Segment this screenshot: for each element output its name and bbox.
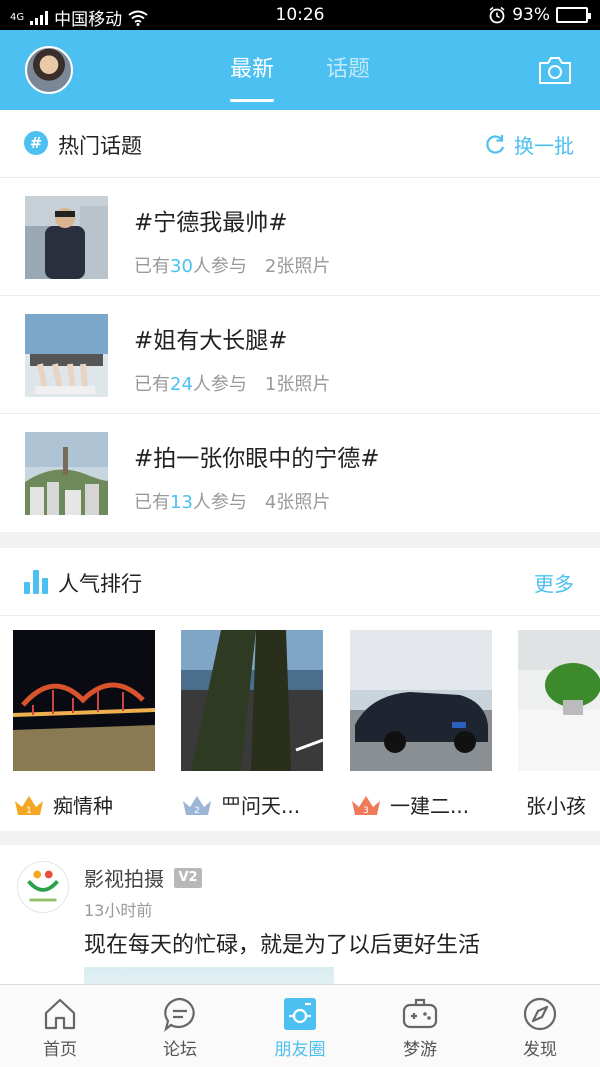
post-author-avatar[interactable] bbox=[17, 861, 69, 913]
rank-item[interactable]: 3 一建二... bbox=[350, 630, 492, 818]
photo-count: 1张照片 bbox=[264, 374, 331, 395]
photo-count: 2张照片 bbox=[264, 256, 331, 277]
nav-forum-label: 论坛 bbox=[163, 1040, 197, 1060]
rank-caption: 3 一建二... bbox=[350, 790, 469, 819]
rank-item[interactable]: 张小孩 bbox=[518, 630, 600, 818]
rank-name: 一建二... bbox=[390, 794, 470, 818]
rank-item[interactable]: 2 罒问天... bbox=[181, 630, 324, 818]
participant-count: 13 bbox=[170, 492, 193, 513]
topic-meta: 已有30人参与 2张照片 bbox=[134, 252, 330, 278]
hashtag-icon: # bbox=[24, 131, 48, 155]
app-header: 最新 话题 bbox=[0, 30, 600, 110]
topic-meta: 已有24人参与 1张照片 bbox=[134, 370, 330, 396]
header-tabs: 最新 话题 bbox=[0, 30, 600, 110]
meta-suffix: 人参与 bbox=[192, 374, 247, 395]
photo-count: 4张照片 bbox=[264, 492, 331, 513]
nav-game[interactable]: 梦游 bbox=[360, 985, 480, 1067]
rank-photo bbox=[350, 630, 492, 771]
topic-meta: 已有13人参与 4张照片 bbox=[134, 488, 330, 514]
refresh-icon bbox=[486, 134, 505, 154]
rank-caption: 1 痴情种 bbox=[13, 790, 113, 819]
topic-thumbnail bbox=[25, 196, 108, 279]
meta-prefix: 已有 bbox=[134, 256, 170, 277]
popular-title: 人气排行 bbox=[58, 572, 142, 596]
camera-icon[interactable] bbox=[538, 55, 572, 85]
topic-thumbnail bbox=[25, 432, 108, 515]
rank-caption: 2 罒问天... bbox=[181, 790, 300, 819]
moments-icon bbox=[284, 998, 316, 1030]
rank-item[interactable]: 1 痴情种 bbox=[12, 630, 156, 818]
post-text: 现在每天的忙碌，就是为了以后更好生活 bbox=[84, 933, 481, 958]
nav-moments-label: 朋友圈 bbox=[274, 1040, 326, 1060]
gamepad-icon bbox=[402, 998, 438, 1029]
tab-topics[interactable]: 话题 bbox=[326, 30, 370, 110]
refresh-button[interactable]: 换一批 bbox=[484, 130, 574, 159]
more-button[interactable]: 更多 bbox=[534, 568, 574, 597]
participant-count: 30 bbox=[170, 256, 193, 277]
feed-post[interactable]: 影视拍摄 V2 13小时前 现在每天的忙碌，就是为了以后更好生活 bbox=[0, 845, 600, 984]
rank-name: 张小孩 bbox=[526, 794, 586, 818]
topic-name: #宁德我最帅# bbox=[134, 210, 288, 236]
rank-list: 1 痴情种 2 罒问天... 3 一建二... 张小孩 bbox=[0, 616, 600, 831]
home-icon bbox=[44, 998, 76, 1030]
compass-icon bbox=[523, 997, 557, 1031]
svg-text:3: 3 bbox=[363, 806, 369, 816]
topic-row[interactable]: #姐有大长腿# 已有24人参与 1张照片 bbox=[0, 296, 600, 414]
post-author-name[interactable]: 影视拍摄 bbox=[84, 863, 164, 892]
rank-caption: 张小孩 bbox=[526, 790, 586, 819]
status-bar: 4G 中国移动 10:26 93% bbox=[0, 0, 600, 30]
refresh-label: 换一批 bbox=[514, 134, 574, 158]
rank-name: 痴情种 bbox=[53, 794, 113, 818]
post-author: 影视拍摄 V2 bbox=[84, 863, 202, 892]
meta-prefix: 已有 bbox=[134, 374, 170, 395]
hot-topics-title: 热门话题 bbox=[58, 134, 142, 158]
topic-name: #拍一张你眼中的宁德# bbox=[134, 446, 380, 472]
nav-discover-label: 发现 bbox=[523, 1040, 557, 1060]
rank-name: 罒问天... bbox=[221, 794, 301, 818]
rank-photo bbox=[181, 630, 324, 771]
post-time: 13小时前 bbox=[84, 901, 153, 920]
topic-row[interactable]: #拍一张你眼中的宁德# 已有13人参与 4张照片 bbox=[0, 414, 600, 532]
bottom-nav: 首页 论坛 朋友圈 梦游 发现 bbox=[0, 984, 600, 1067]
hot-topics-section: # 热门话题 换一批 #宁德我最帅# 已有30人参与 2张照片 #姐有大长腿# 已… bbox=[0, 110, 600, 532]
popular-header: 人气排行 更多 bbox=[0, 548, 600, 616]
crown-icon-bronze: 3 bbox=[352, 795, 380, 816]
topic-name: #姐有大长腿# bbox=[134, 328, 288, 354]
alarm-icon bbox=[489, 6, 505, 24]
popular-section: 人气排行 更多 1 痴情种 2 罒问天... 3 一建二... 张小孩 bbox=[0, 548, 600, 831]
battery-percent: 93% bbox=[512, 5, 550, 25]
meta-suffix: 人参与 bbox=[192, 256, 247, 277]
meta-prefix: 已有 bbox=[134, 492, 170, 513]
battery-icon bbox=[556, 7, 591, 23]
nav-home-label: 首页 bbox=[43, 1040, 77, 1060]
nav-discover[interactable]: 发现 bbox=[480, 985, 600, 1067]
topic-thumbnail bbox=[25, 314, 108, 397]
svg-text:1: 1 bbox=[26, 806, 32, 816]
crown-icon-silver: 2 bbox=[183, 795, 211, 816]
tab-latest[interactable]: 最新 bbox=[229, 30, 275, 110]
participant-count: 24 bbox=[170, 374, 193, 395]
nav-forum[interactable]: 论坛 bbox=[120, 985, 240, 1067]
crown-icon-gold: 1 bbox=[15, 795, 43, 816]
hot-topics-header: # 热门话题 换一批 bbox=[0, 110, 600, 178]
chat-icon bbox=[164, 997, 195, 1032]
nav-game-label: 梦游 bbox=[403, 1040, 437, 1060]
nav-home[interactable]: 首页 bbox=[0, 985, 120, 1067]
nav-moments[interactable]: 朋友圈 bbox=[240, 985, 360, 1067]
ranking-icon bbox=[24, 568, 50, 594]
rank-photo bbox=[12, 630, 156, 771]
meta-suffix: 人参与 bbox=[192, 492, 247, 513]
vip-badge: V2 bbox=[174, 867, 202, 888]
svg-text:2: 2 bbox=[194, 806, 200, 816]
topic-row[interactable]: #宁德我最帅# 已有30人参与 2张照片 bbox=[0, 178, 600, 296]
rank-photo bbox=[518, 630, 600, 771]
post-image[interactable] bbox=[84, 967, 334, 984]
